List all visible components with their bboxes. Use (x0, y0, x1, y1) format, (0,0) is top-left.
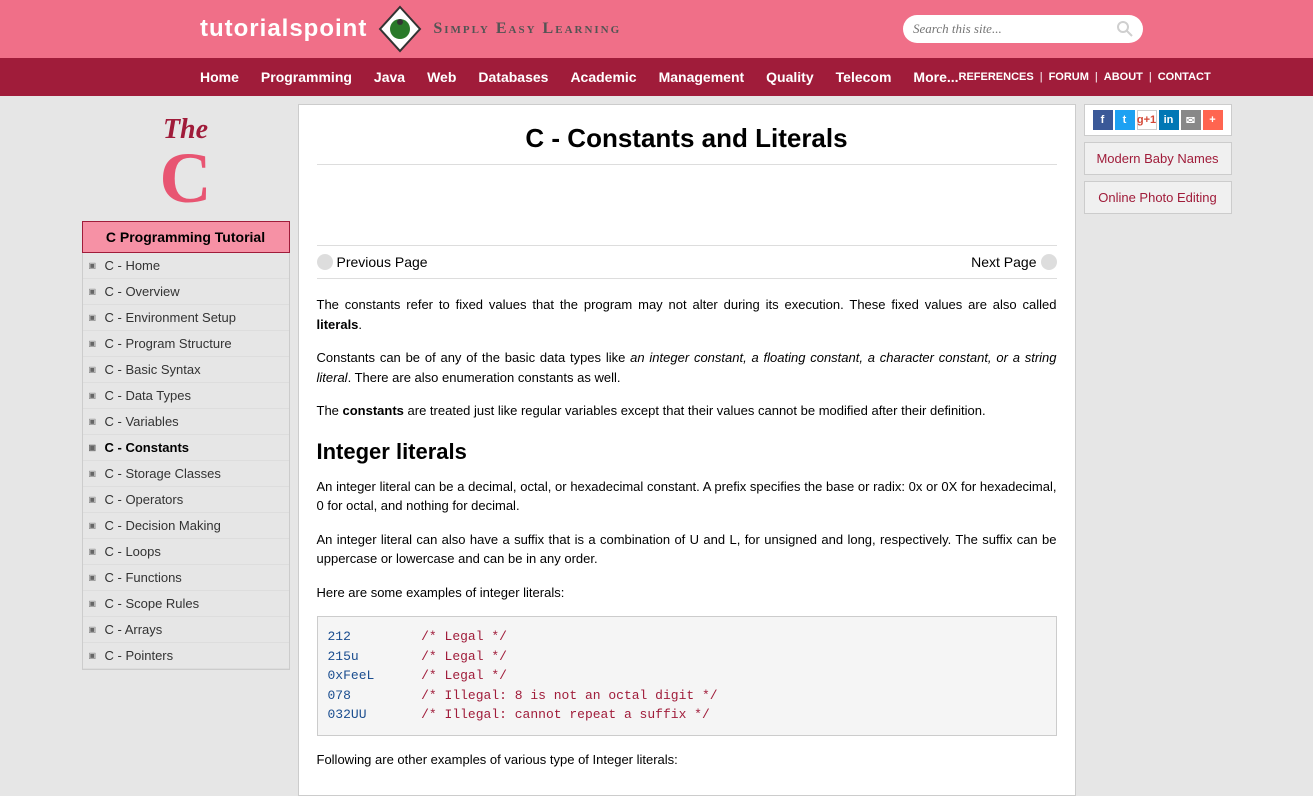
nav-right-item[interactable]: CONTACT (1158, 71, 1211, 83)
top-bar: tutorialspoint Simply Easy Learning (0, 0, 1313, 58)
email-icon[interactable]: ✉ (1181, 110, 1201, 130)
paragraph: Constants can be of any of the basic dat… (317, 348, 1057, 387)
addthis-icon[interactable]: + (1203, 110, 1223, 130)
prev-icon (317, 254, 333, 270)
nav-item[interactable]: Management (659, 69, 745, 85)
sidebar-item[interactable]: C - Scope Rules (83, 591, 289, 617)
right-column: f t g+1 in ✉ + Modern Baby Names Online P… (1084, 104, 1232, 796)
search-box[interactable] (903, 15, 1143, 43)
pager: Previous Page Next Page (317, 245, 1057, 279)
paragraph: The constants are treated just like regu… (317, 401, 1057, 421)
sidebar-item[interactable]: C - Loops (83, 539, 289, 565)
sidebar-item[interactable]: C - Environment Setup (83, 305, 289, 331)
sidebar-item[interactable]: C - Home (83, 253, 289, 279)
content-body: The constants refer to fixed values that… (317, 295, 1057, 769)
nav-item[interactable]: Web (427, 69, 456, 85)
logo-text[interactable]: tutorialspoint (200, 15, 367, 43)
search-icon[interactable] (1117, 21, 1133, 37)
ad-space (317, 165, 1057, 245)
sidebar-item[interactable]: C - Operators (83, 487, 289, 513)
nav-item[interactable]: Quality (766, 69, 813, 85)
prev-page-link[interactable]: Previous Page (317, 254, 428, 270)
nav-item[interactable]: Academic (570, 69, 636, 85)
share-box: f t g+1 in ✉ + (1084, 104, 1232, 136)
gplus-icon[interactable]: g+1 (1137, 110, 1157, 130)
sidebar-item[interactable]: C - Program Structure (83, 331, 289, 357)
promo-box: Online Photo Editing (1084, 181, 1232, 214)
c-logo: The C (82, 104, 290, 221)
paragraph: Following are other examples of various … (317, 750, 1057, 770)
paragraph: Here are some examples of integer litera… (317, 583, 1057, 603)
search-input[interactable] (913, 21, 1117, 37)
twitter-icon[interactable]: t (1115, 110, 1135, 130)
logo-c: C (82, 146, 290, 211)
nav-item[interactable]: Programming (261, 69, 352, 85)
promo-link[interactable]: Online Photo Editing (1098, 190, 1217, 205)
sidebar-item[interactable]: C - Decision Making (83, 513, 289, 539)
nav-right-item[interactable]: REFERENCES (959, 71, 1034, 83)
nav-item[interactable]: More... (913, 69, 958, 85)
next-label: Next Page (971, 254, 1036, 270)
nav-item[interactable]: Databases (478, 69, 548, 85)
sidebar-item[interactable]: C - Basic Syntax (83, 357, 289, 383)
facebook-icon[interactable]: f (1093, 110, 1113, 130)
tagline: Simply Easy Learning (433, 20, 621, 38)
nav-item[interactable]: Home (200, 69, 239, 85)
logo-icon (375, 4, 425, 54)
sidebar-item[interactable]: C - Pointers (83, 643, 289, 669)
nav-item[interactable]: Telecom (836, 69, 892, 85)
sidebar-item[interactable]: C - Constants (83, 435, 289, 461)
sidebar-item[interactable]: C - Functions (83, 565, 289, 591)
linkedin-icon[interactable]: in (1159, 110, 1179, 130)
nav-right-item[interactable]: ABOUT (1104, 71, 1143, 83)
promo-link[interactable]: Modern Baby Names (1096, 151, 1218, 166)
nav-right: REFERENCES|FORUM|ABOUT|CONTACT (959, 71, 1211, 83)
sidebar-item[interactable]: C - Arrays (83, 617, 289, 643)
nav-main: Home Programming Java Web Databases Academic M… (200, 69, 959, 85)
sidebar: The C C Programming Tutorial C - HomeC -… (82, 104, 290, 796)
sidebar-item[interactable]: C - Storage Classes (83, 461, 289, 487)
main-content: C - Constants and Literals Previous Page… (298, 104, 1076, 796)
sidebar-item[interactable]: C - Overview (83, 279, 289, 305)
logo-area: tutorialspoint Simply Easy Learning (200, 4, 621, 54)
sidebar-item[interactable]: C - Data Types (83, 383, 289, 409)
page-title: C - Constants and Literals (317, 117, 1057, 165)
paragraph: An integer literal can also have a suffi… (317, 530, 1057, 569)
code-block: 212 /* Legal */ 215u /* Legal */ 0xFeeL … (317, 616, 1057, 736)
sidebar-item[interactable]: C - Variables (83, 409, 289, 435)
paragraph: The constants refer to fixed values that… (317, 295, 1057, 334)
promo-box: Modern Baby Names (1084, 142, 1232, 175)
nav-item[interactable]: Java (374, 69, 405, 85)
nav-right-item[interactable]: FORUM (1049, 71, 1089, 83)
sidebar-header: C Programming Tutorial (82, 221, 290, 253)
prev-label: Previous Page (337, 254, 428, 270)
next-page-link[interactable]: Next Page (971, 254, 1056, 270)
paragraph: An integer literal can be a decimal, oct… (317, 477, 1057, 516)
sidebar-list: C - HomeC - OverviewC - Environment Setu… (82, 253, 290, 670)
section-heading: Integer literals (317, 439, 1057, 465)
next-icon (1041, 254, 1057, 270)
nav-bar: Home Programming Java Web Databases Academic M… (0, 58, 1313, 96)
